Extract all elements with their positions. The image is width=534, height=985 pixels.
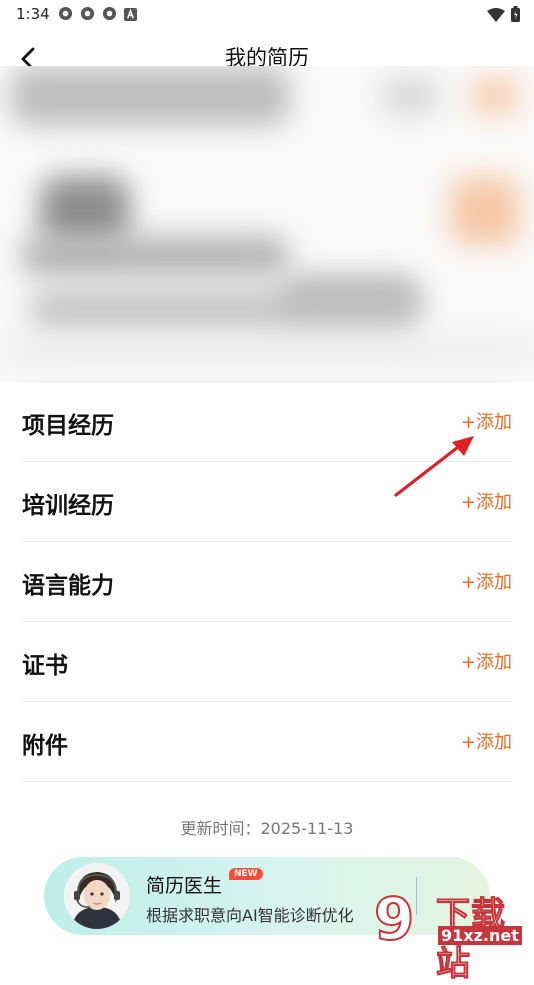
section-title: 附件 [22, 733, 68, 759]
section-row-language: 语言能力 +添加 [22, 541, 512, 621]
section-title: 证书 [22, 653, 68, 679]
blurred-profile-area [0, 66, 534, 382]
resume-doctor-title: 简历医生 [146, 875, 223, 897]
section-row-certificates: 证书 +添加 [22, 621, 512, 701]
system-status-icons [487, 6, 520, 26]
new-badge: NEW [229, 868, 263, 880]
app-notification-icon [58, 6, 73, 21]
a-notification-icon [124, 6, 139, 21]
watermark-url: 91xz.net [438, 926, 522, 945]
svg-text:9: 9 [374, 885, 414, 945]
battery-icon [511, 6, 520, 26]
notification-icons [58, 6, 139, 21]
section-title: 培训经历 [22, 493, 114, 519]
status-time: 1:34 [16, 5, 50, 23]
watermark-logo-icon: 9 [373, 885, 415, 945]
add-language-button[interactable]: +添加 [461, 568, 512, 594]
app-notification-icon [80, 6, 95, 21]
annotation-arrow-icon [394, 436, 474, 497]
app-notification-icon [102, 6, 117, 21]
update-time: 更新时间：2025-11-13 [180, 819, 354, 838]
wifi-icon [487, 7, 505, 26]
section-row-attachments: 附件 +添加 [22, 701, 512, 782]
add-certificate-button[interactable]: +添加 [461, 648, 512, 674]
assistant-avatar [64, 863, 130, 929]
status-bar: 1:34 [0, 0, 534, 28]
section-title: 项目经历 [22, 413, 114, 439]
resume-doctor-subtitle: 根据求职意向AI智能诊断优化 [146, 906, 354, 925]
section-title: 语言能力 [22, 573, 114, 599]
add-attachment-button[interactable]: +添加 [461, 728, 512, 754]
add-project-button[interactable]: +添加 [461, 408, 512, 434]
